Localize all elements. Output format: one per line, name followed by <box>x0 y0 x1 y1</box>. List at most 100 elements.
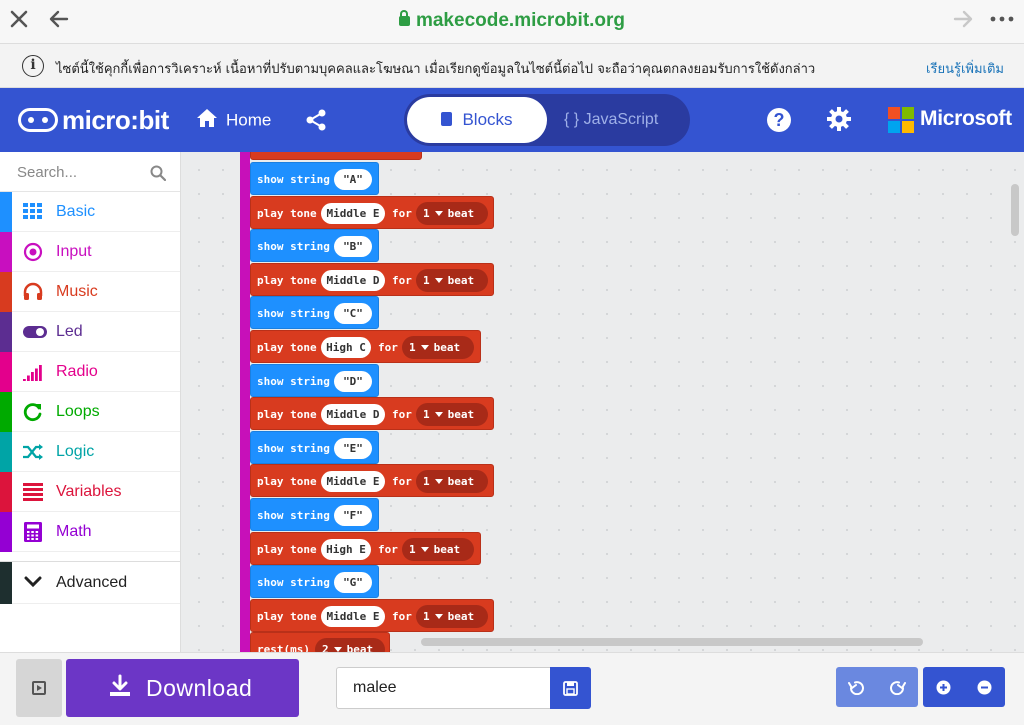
show-string-block[interactable]: show string "D" <box>250 363 379 397</box>
home-button[interactable]: Home <box>196 108 271 132</box>
beat-unit: beat <box>447 273 475 287</box>
undo-icon <box>848 681 864 695</box>
category-led[interactable]: Led <box>0 312 180 352</box>
play-tone-block[interactable]: play tone Middle D for 1 beat <box>250 397 494 431</box>
beat-dropdown[interactable]: 1 beat <box>416 604 488 628</box>
gear-icon[interactable] <box>826 106 852 137</box>
beat-unit: beat <box>447 475 475 489</box>
caret-down-icon <box>434 277 443 283</box>
beat-dropdown[interactable]: 1 beat <box>416 403 488 427</box>
string-value[interactable]: "E" <box>334 437 372 459</box>
download-icon <box>108 674 132 704</box>
home-label: Home <box>226 110 272 130</box>
beat-unit: beat <box>346 643 374 652</box>
show-string-block[interactable]: show string "B" <box>250 229 379 263</box>
share-icon[interactable] <box>304 108 328 137</box>
beat-count: 1 <box>409 542 416 556</box>
category-logic[interactable]: Logic <box>0 432 180 472</box>
undo-button[interactable] <box>836 667 877 707</box>
play-tone-block[interactable]: play tone Middle E for 1 beat <box>250 598 494 632</box>
category-math[interactable]: Math <box>0 512 180 552</box>
category-loops[interactable]: Loops <box>0 392 180 432</box>
category-label: Music <box>56 283 98 300</box>
blocks-tab[interactable]: Blocks <box>407 97 547 143</box>
blocks-workspace[interactable]: show string "A" play tone Middle E for 1 b… <box>181 152 1024 652</box>
string-value[interactable]: "B" <box>334 236 372 258</box>
category-radio[interactable]: Radio <box>0 352 180 392</box>
zoom-out-button[interactable] <box>964 667 1005 707</box>
show-string-block[interactable]: show string "A" <box>250 162 379 195</box>
for-label: for <box>378 542 398 556</box>
address-bar[interactable]: makecode.microbit.org <box>0 10 1024 32</box>
rest-block[interactable]: rest(ms) 2 beat <box>250 632 390 652</box>
note-value[interactable]: Middle E <box>321 471 385 493</box>
search-input[interactable]: Search... <box>0 152 180 192</box>
more-icon[interactable] <box>990 8 1014 37</box>
block-label: play tone <box>257 542 317 556</box>
category-basic[interactable]: Basic <box>0 192 180 232</box>
note-value[interactable]: Middle E <box>321 202 385 224</box>
search-icon[interactable] <box>150 165 167 186</box>
beat-count: 1 <box>423 273 430 287</box>
show-string-block[interactable]: show string "G" <box>250 565 379 599</box>
forward-arrow-icon[interactable] <box>952 8 974 37</box>
beat-count: 2 <box>322 643 329 652</box>
string-value[interactable]: "A" <box>334 169 372 190</box>
play-tone-block[interactable]: play tone High C for 1 beat <box>250 330 481 363</box>
string-value[interactable]: "G" <box>334 572 372 594</box>
vertical-scrollbar[interactable] <box>1011 184 1019 236</box>
play-tone-block[interactable]: play tone Middle E for 1 beat <box>250 195 494 229</box>
category-advanced[interactable]: Advanced <box>0 562 180 604</box>
note-value[interactable]: Middle D <box>321 269 385 291</box>
zoom-in-button[interactable] <box>923 667 964 707</box>
block-label: play tone <box>257 408 317 422</box>
caret-down-icon <box>434 412 443 418</box>
note-value[interactable]: High C <box>321 337 371 358</box>
block-label: show string <box>257 509 330 522</box>
beat-unit: beat <box>433 341 461 354</box>
show-string-block[interactable]: show string "C" <box>250 296 379 330</box>
category-label: Radio <box>56 363 98 380</box>
beat-dropdown[interactable]: 1 beat <box>402 336 474 359</box>
shuffle-icon <box>22 442 44 462</box>
note-value[interactable]: Middle E <box>321 605 385 627</box>
project-name-input[interactable]: malee <box>336 667 552 709</box>
string-value[interactable]: "F" <box>334 505 372 526</box>
show-string-block[interactable]: show string "E" <box>250 430 379 464</box>
list-icon <box>22 482 44 502</box>
note-value[interactable]: Middle D <box>321 404 385 426</box>
category-label: Math <box>56 523 92 540</box>
event-block-stack[interactable] <box>240 152 250 652</box>
play-tone-block[interactable]: play tone Middle E for 1 beat <box>250 464 494 498</box>
javascript-tab[interactable]: { } JavaScript <box>564 97 684 143</box>
string-value[interactable]: "C" <box>334 303 372 325</box>
show-string-block[interactable]: show string "F" <box>250 498 379 531</box>
category-color-bar <box>0 192 12 232</box>
beat-dropdown[interactable]: 1 beat <box>416 268 488 292</box>
category-variables[interactable]: Variables <box>0 472 180 512</box>
play-tone-block[interactable]: play tone Middle D for 1 beat <box>250 262 494 296</box>
block-label: show string <box>257 374 330 388</box>
redo-button[interactable] <box>877 667 918 707</box>
horizontal-scrollbar[interactable] <box>421 638 923 646</box>
category-color-bar <box>0 312 12 352</box>
learn-more-link[interactable]: เรียนรู้เพิ่มเติม <box>926 58 1004 79</box>
save-button[interactable] <box>550 667 591 709</box>
note-value[interactable]: High E <box>321 538 371 560</box>
play-tone-block[interactable]: play tone High E for 1 beat <box>250 531 481 565</box>
help-icon[interactable]: ? <box>767 108 791 132</box>
category-input[interactable]: Input <box>0 232 180 272</box>
beat-dropdown[interactable]: 1 beat <box>416 470 488 494</box>
simulator-toggle-button[interactable] <box>16 659 62 717</box>
category-music[interactable]: Music <box>0 272 180 312</box>
beat-dropdown[interactable]: 2 beat <box>315 638 385 652</box>
string-value[interactable]: "D" <box>334 370 372 392</box>
beat-dropdown[interactable]: 1 beat <box>416 201 488 225</box>
category-color-bar <box>0 432 12 472</box>
beat-dropdown[interactable]: 1 beat <box>402 537 474 561</box>
partial-block[interactable] <box>250 152 422 160</box>
target-icon <box>22 242 44 262</box>
download-button[interactable]: Download <box>66 659 299 717</box>
microbit-logo[interactable]: micro:bit <box>18 104 169 136</box>
beat-unit: beat <box>447 609 475 623</box>
